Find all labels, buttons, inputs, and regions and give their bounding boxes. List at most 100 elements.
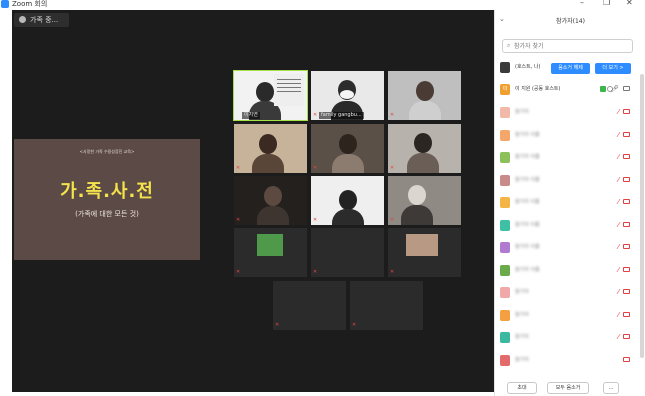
muted-mic-icon[interactable]: ⁄	[618, 108, 619, 117]
muted-mic-icon[interactable]: ⁄	[618, 176, 619, 185]
participant-body	[252, 154, 284, 173]
zoom-logo-icon	[1, 0, 9, 8]
video-tile-1[interactable]: 이지연	[233, 70, 308, 121]
participant-row[interactable]: 참가자 ⁄	[500, 106, 633, 121]
camera-off-icon[interactable]	[623, 312, 630, 317]
more-button[interactable]: 더 보기 >	[595, 63, 631, 74]
video-tile-12[interactable]: ✕	[388, 228, 461, 277]
face-mask	[340, 90, 354, 99]
muted-mic-icon: ✕	[313, 269, 318, 275]
unmute-button[interactable]: 음소거 해제	[551, 63, 590, 74]
video-tile-2[interactable]: ✕ family gangbu...	[311, 71, 384, 120]
muted-mic-icon[interactable]: ⁄	[618, 243, 619, 252]
video-tile-7[interactable]: ✕	[234, 176, 307, 225]
panel-more-button[interactable]: ...	[603, 382, 619, 394]
cohost-avatar: 이	[500, 84, 510, 95]
participant-row[interactable]: 참가자 이름 ⁄	[500, 264, 633, 279]
video-tile-10[interactable]: ✕	[234, 228, 307, 277]
shared-subtitle: <사랑한 가족 수용성증진 교육>	[79, 149, 135, 154]
participant-body	[332, 154, 364, 173]
mute-all-button[interactable]: 모두 음소거	[547, 382, 589, 394]
room-chip-label: 가족 중...	[30, 16, 59, 24]
participant-name: 참가자	[515, 334, 529, 340]
muted-mic-icon[interactable]: ⁄	[618, 288, 619, 297]
host-name: (호스트, 나)	[515, 64, 541, 70]
video-tile-6[interactable]: ✕	[388, 124, 461, 173]
tile-name: 이지연	[242, 112, 260, 119]
search-icon: ⌕	[507, 42, 511, 49]
muted-mic-icon: ✕	[313, 112, 318, 118]
muted-mic-icon[interactable]: ⁄	[618, 153, 619, 162]
participant-avatar	[500, 152, 510, 163]
camera-off-icon[interactable]	[623, 334, 630, 339]
host-avatar	[500, 62, 510, 73]
video-tile-4[interactable]: ✕	[234, 124, 307, 173]
muted-mic-icon[interactable]: ⁄	[618, 221, 619, 230]
participant-avatar	[500, 355, 510, 366]
camera-off-icon[interactable]	[623, 267, 630, 272]
participant-row[interactable]: 참가자 이름 ⁄	[500, 196, 633, 211]
participant-name: 참가자	[515, 312, 529, 318]
camera-off-icon[interactable]	[623, 244, 630, 249]
restore-button[interactable]: ❐	[603, 0, 610, 8]
participant-row[interactable]: 참가자 이름 ⁄	[500, 129, 633, 144]
participant-search-box[interactable]: ⌕	[502, 39, 633, 53]
muted-mic-icon: ✕	[390, 165, 395, 171]
participant-avatar	[500, 197, 510, 208]
mic-icon[interactable]: 🎤︎	[610, 85, 619, 94]
muted-mic-icon[interactable]: ⁄	[618, 131, 619, 140]
video-tile-8[interactable]: ✕	[311, 176, 384, 225]
panel-scrollbar[interactable]	[640, 74, 644, 358]
muted-mic-icon: ✕	[390, 269, 395, 275]
participant-row[interactable]: 참가자 ⁄	[500, 286, 633, 301]
participant-row[interactable]: 참가자 ⁄	[500, 309, 633, 324]
camera-off-icon[interactable]	[623, 132, 630, 137]
muted-mic-icon: ✕	[236, 217, 241, 223]
video-tile-5[interactable]: ✕	[311, 124, 384, 173]
muted-mic-icon: ✕	[313, 165, 318, 171]
participant-avatar	[257, 234, 283, 256]
camera-off-icon[interactable]	[623, 289, 630, 294]
participant-row[interactable]: 참가자 이름 ⁄	[500, 241, 633, 256]
muted-mic-icon: ✕	[352, 322, 357, 328]
muted-mic-icon[interactable]: ⁄	[618, 311, 619, 320]
participant-row[interactable]: 참가자 이름 ⁄	[500, 151, 633, 166]
participant-search-input[interactable]	[514, 41, 629, 51]
camera-off-icon[interactable]	[623, 357, 630, 362]
participant-row[interactable]: 참가자 이름 ⁄	[500, 219, 633, 234]
muted-mic-icon[interactable]: ⁄	[618, 266, 619, 275]
participant-row[interactable]: 참가자 이름 ⁄	[500, 174, 633, 189]
video-tile-14[interactable]: ✕	[350, 281, 423, 330]
video-tile-3[interactable]: ✕	[388, 71, 461, 120]
minimize-button[interactable]: –	[580, 0, 584, 8]
camera-off-icon[interactable]	[623, 177, 630, 182]
title-bar: Zoom 회의 – ❐ ✕	[0, 0, 645, 10]
participant-head	[259, 134, 277, 154]
camera-off-icon[interactable]	[623, 199, 630, 204]
camera-off-icon[interactable]	[623, 109, 630, 114]
muted-mic-icon[interactable]: ⁄	[618, 333, 619, 342]
participant-name: 참가자 이름	[515, 154, 540, 160]
participant-row-cohost[interactable]: 이 이 지원 (공동 호스트) 🎤︎	[500, 83, 633, 98]
close-button[interactable]: ✕	[626, 0, 633, 8]
invite-button[interactable]: 초대	[507, 382, 537, 394]
video-tile-11[interactable]: ✕	[311, 228, 384, 277]
participant-row-host[interactable]: (호스트, 나) 음소거 해제 더 보기 >	[500, 61, 633, 76]
shared-title: 가.족.사.전	[60, 181, 154, 202]
participant-row[interactable]: 참가자 ⁄	[500, 331, 633, 346]
participant-avatar	[500, 287, 510, 298]
camera-icon[interactable]	[623, 86, 630, 91]
video-tile-13[interactable]: ✕	[273, 281, 346, 330]
participant-name: 참가자 이름	[515, 244, 540, 250]
share-badge-icon	[600, 86, 606, 92]
video-tile-9[interactable]: ✕	[388, 176, 461, 225]
meeting-stage: 가족 중... <사랑한 가족 수용성증진 교육> 가.족.사.전 (가족에 대…	[12, 10, 494, 392]
participant-avatar	[406, 234, 438, 256]
participant-row[interactable]: 참가자	[500, 354, 633, 369]
muted-mic-icon[interactable]: ⁄	[618, 198, 619, 207]
cohost-name: 이 지원 (공동 호스트)	[515, 86, 561, 92]
participant-head	[416, 81, 434, 101]
camera-off-icon[interactable]	[623, 222, 630, 227]
camera-off-icon[interactable]	[623, 154, 630, 159]
room-chip[interactable]: 가족 중...	[14, 13, 69, 27]
